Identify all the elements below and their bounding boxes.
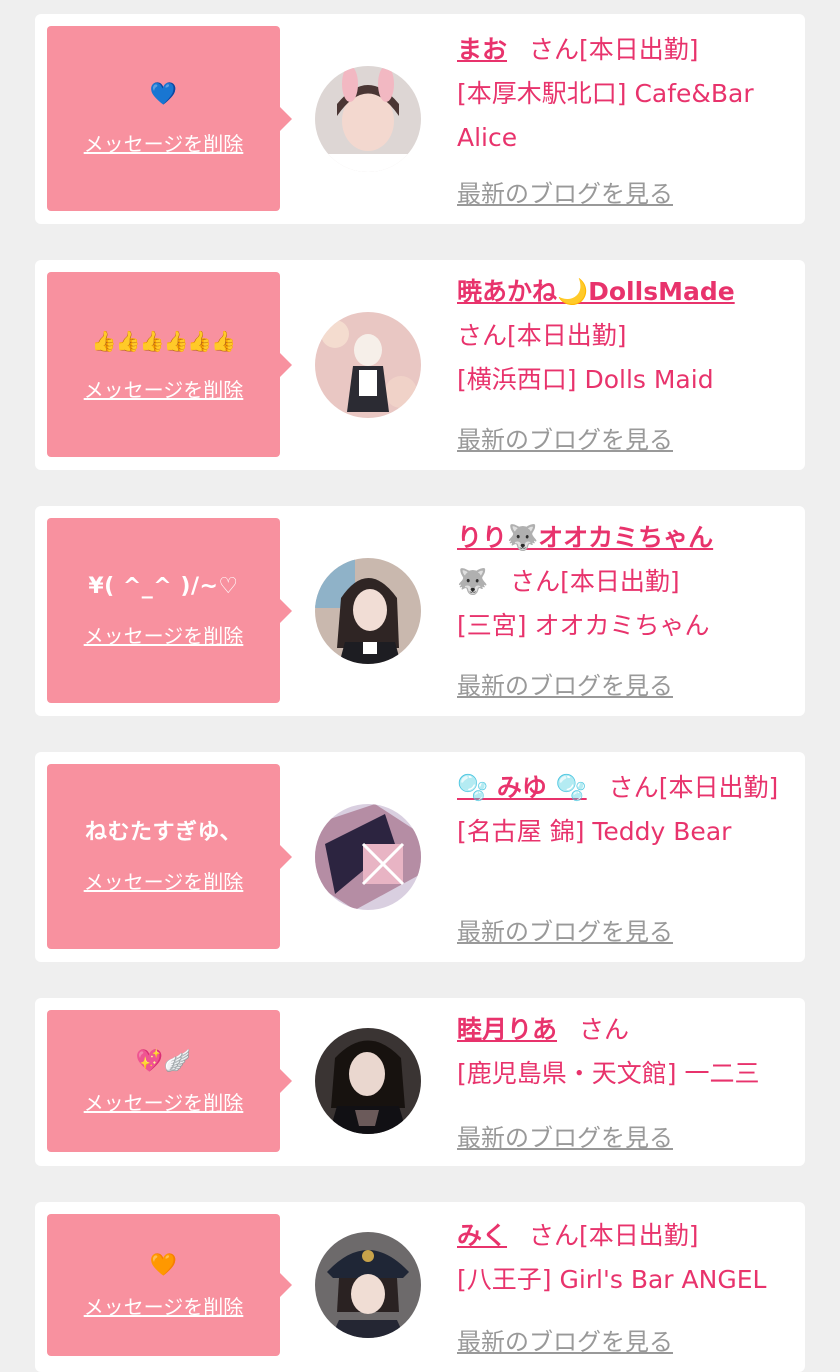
cast-info: みく さん[本日出勤] [八王子] Girl's Bar ANGEL [457, 1214, 797, 1302]
cast-info: まお さん[本日出勤] [本厚木駅北口] Cafe&Bar Alice [457, 28, 797, 160]
message-card: ねむたすぎゆ、 メッセージを削除 🫧 みゆ 🫧 さん[本日出勤] [名古屋 錦] … [35, 752, 805, 962]
message-bubble: 👍👍👍👍👍👍 メッセージを削除 [47, 272, 292, 457]
name-emoji: 🐺 [457, 567, 489, 596]
avatar[interactable] [315, 1028, 421, 1134]
honorific: さん [608, 773, 659, 802]
latest-blog-link[interactable]: 最新のブログを見る [457, 1322, 673, 1357]
message-card: 💙 メッセージを削除 まお さん[本日出勤] [本厚木駅北口] Cafe&Bar … [35, 14, 805, 224]
honorific: さん [529, 35, 580, 64]
message-bubble: ねむたすぎゆ、 メッセージを削除 [47, 764, 292, 949]
latest-blog-link[interactable]: 最新のブログを見る [457, 174, 673, 209]
avatar[interactable] [315, 1232, 421, 1338]
delete-message-link[interactable]: メッセージを削除 [84, 1087, 244, 1116]
attendance-status: [本日出勤] [507, 321, 627, 350]
message-bubble: ¥( ^_^ )/~♡ メッセージを削除 [47, 518, 292, 703]
attendance-status: [本日出勤] [658, 773, 779, 802]
message-text: 💙 [149, 82, 178, 107]
cast-name-link[interactable]: みく [457, 1221, 507, 1250]
delete-message-link[interactable]: メッセージを削除 [84, 128, 244, 157]
shop-label: [本厚木駅北口] Cafe&Bar Alice [457, 79, 754, 152]
message-text: ¥( ^_^ )/~♡ [88, 574, 239, 599]
attendance-status: [本日出勤] [560, 567, 680, 596]
latest-blog-link[interactable]: 最新のブログを見る [457, 420, 673, 455]
cast-name-link[interactable]: 暁あかね🌙DollsMade [457, 277, 735, 306]
delete-message-link[interactable]: メッセージを削除 [84, 374, 244, 403]
shop-label: [鹿児島県・天文館] 一二三 [457, 1059, 760, 1088]
shop-label: [横浜西口] Dolls Maid [457, 365, 714, 394]
message-bubble: 💖🪽 メッセージを削除 [47, 1010, 292, 1152]
message-card: 💖🪽 メッセージを削除 睦月りあ さん [鹿児島県・天文館] 一二三 最新のブログ… [35, 998, 805, 1166]
shop-label: [八王子] Girl's Bar ANGEL [457, 1265, 767, 1294]
cast-name-link[interactable]: 🫧 みゆ 🫧 [457, 773, 587, 802]
message-card: ¥( ^_^ )/~♡ メッセージを削除 りり🐺オオカミちゃん 🐺 さん[本日出勤… [35, 506, 805, 716]
latest-blog-link[interactable]: 最新のブログを見る [457, 912, 673, 947]
message-text: ねむたすぎゆ、 [84, 820, 243, 845]
delete-message-link[interactable]: メッセージを削除 [84, 620, 244, 649]
avatar[interactable] [315, 558, 421, 664]
delete-message-link[interactable]: メッセージを削除 [84, 866, 244, 895]
cast-info: 🫧 みゆ 🫧 さん[本日出勤] [名古屋 錦] Teddy Bear [457, 766, 797, 854]
cast-info: 睦月りあ さん [鹿児島県・天文館] 一二三 [457, 1008, 797, 1096]
cast-info: りり🐺オオカミちゃん 🐺 さん[本日出勤] [三宮] オオカミちゃん [457, 516, 797, 648]
avatar[interactable] [315, 66, 421, 172]
latest-blog-link[interactable]: 最新のブログを見る [457, 666, 673, 701]
honorific: さん [510, 567, 561, 596]
message-card: 🧡 メッセージを削除 みく さん[本日出勤] [八王子] Girl's Bar A… [35, 1202, 805, 1372]
shop-label: [名古屋 錦] Teddy Bear [457, 817, 732, 846]
message-text: 💖🪽 [135, 1048, 192, 1074]
attendance-status: [本日出勤] [579, 35, 699, 64]
message-bubble: 💙 メッセージを削除 [47, 26, 292, 211]
latest-blog-link[interactable]: 最新のブログを見る [457, 1118, 673, 1153]
honorific: さん [457, 321, 508, 350]
message-text: 👍👍👍👍👍👍 [91, 329, 236, 353]
delete-message-link[interactable]: メッセージを削除 [84, 1291, 244, 1320]
message-card: 👍👍👍👍👍👍 メッセージを削除 暁あかね🌙DollsMade さん[本日出勤] … [35, 260, 805, 470]
message-bubble: 🧡 メッセージを削除 [47, 1214, 292, 1356]
honorific: さん [529, 1221, 580, 1250]
cast-name-link[interactable]: 睦月りあ [457, 1015, 557, 1044]
cast-info: 暁あかね🌙DollsMade さん[本日出勤] [横浜西口] Dolls Mai… [457, 270, 797, 402]
honorific: さん [579, 1015, 630, 1044]
attendance-status: [本日出勤] [579, 1221, 699, 1250]
cast-name-link[interactable]: りり🐺オオカミちゃん [457, 523, 713, 552]
cast-name-link[interactable]: まお [457, 35, 507, 64]
avatar[interactable] [315, 804, 421, 910]
avatar[interactable] [315, 312, 421, 418]
message-text: 🧡 [149, 1252, 178, 1278]
shop-label: [三宮] オオカミちゃん [457, 611, 710, 640]
